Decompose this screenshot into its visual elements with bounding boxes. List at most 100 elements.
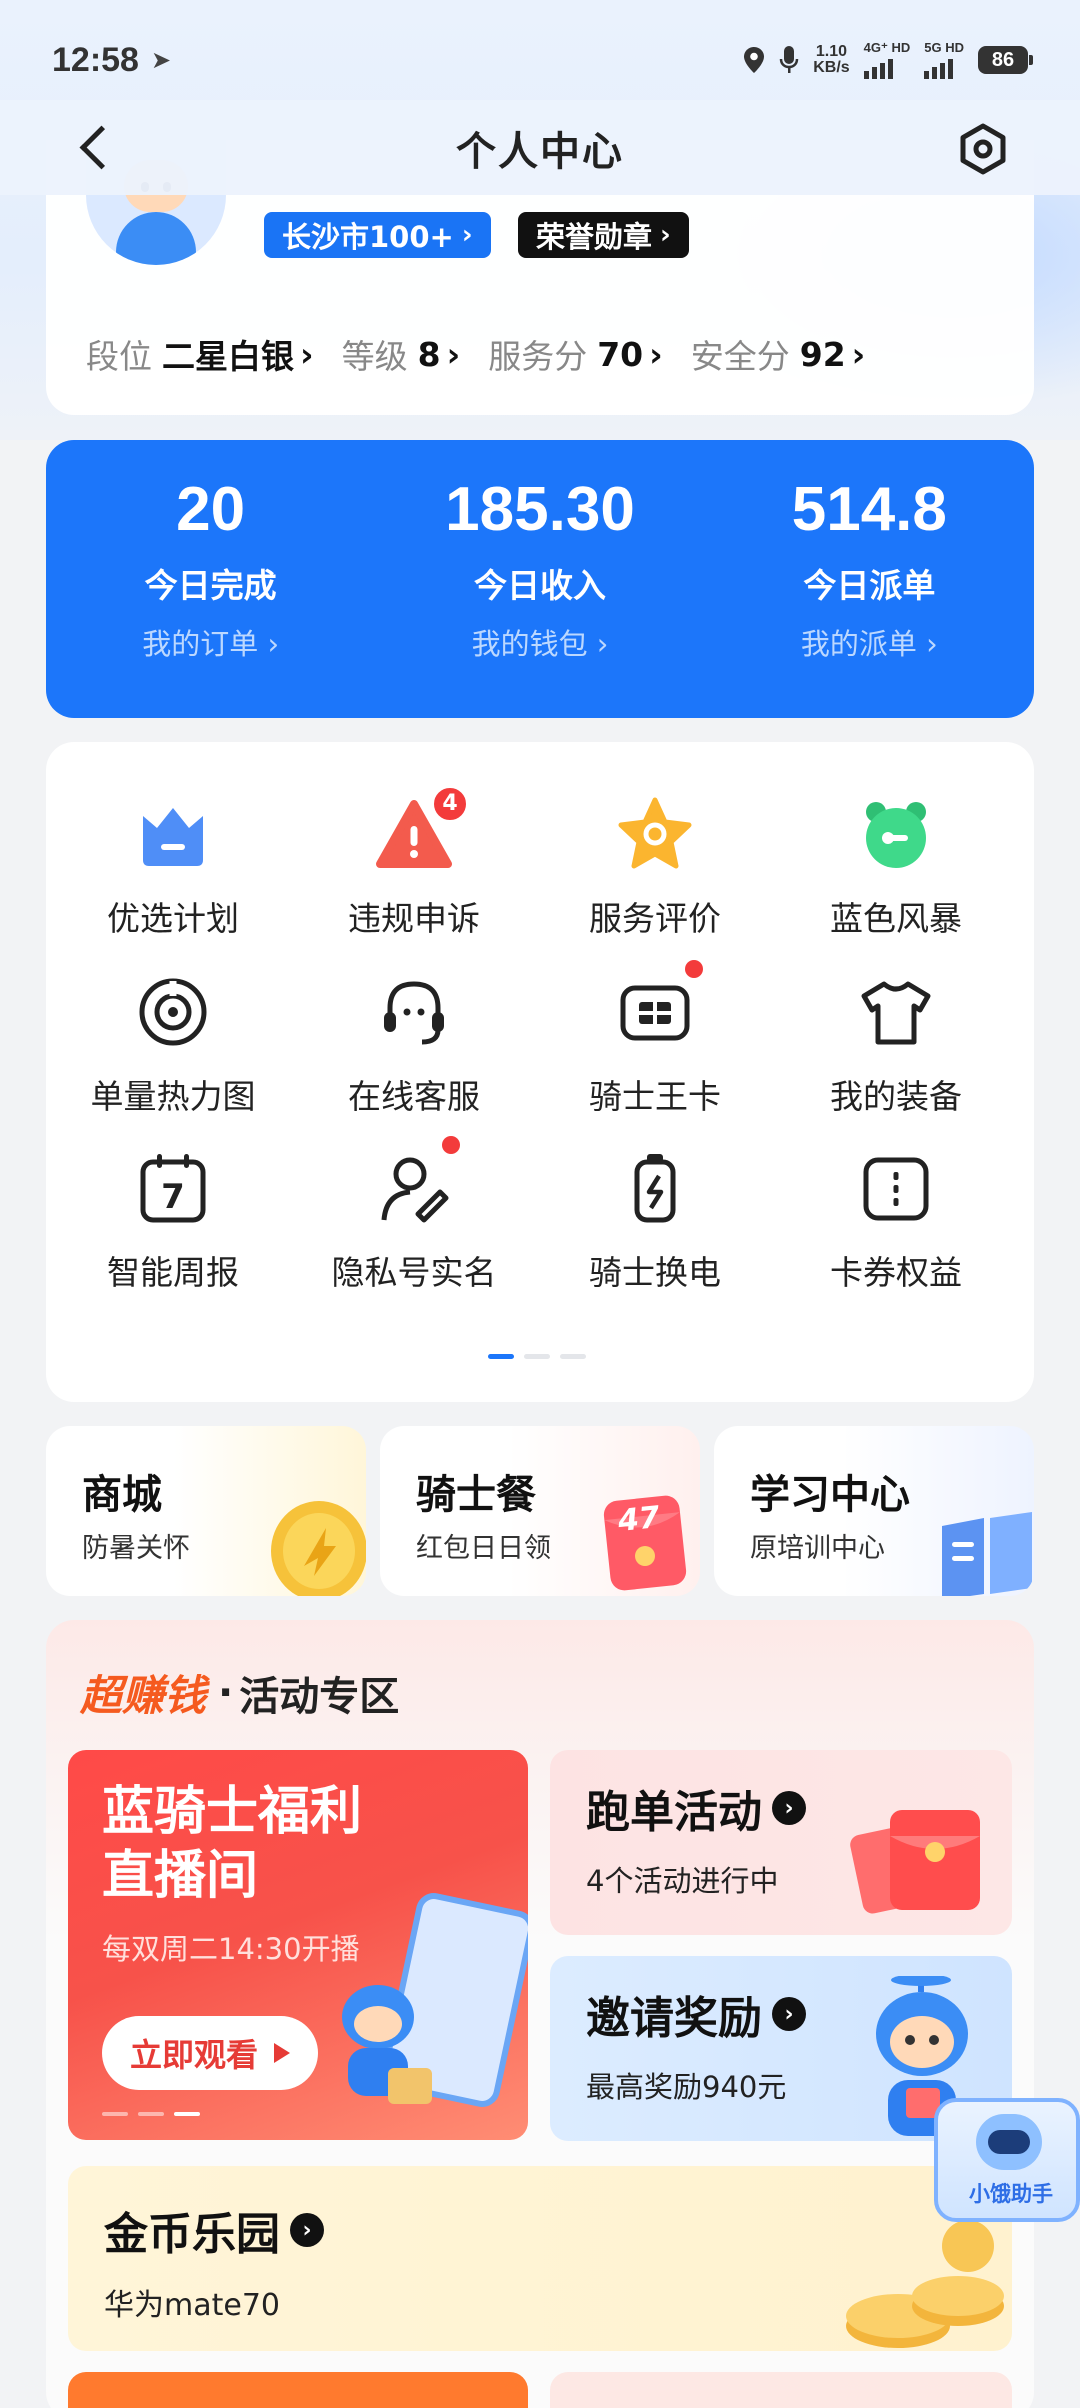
stat-service-score[interactable]: 服务分 70 › xyxy=(488,330,663,378)
stat-value: 二星白银 xyxy=(162,337,294,376)
mini-card-title: 学习中心 xyxy=(750,1472,910,1518)
signal-sim1: 4G⁺ HD xyxy=(863,40,911,79)
assistant-label: 小饿助手 xyxy=(969,2182,1053,2206)
sim1-label: 4G⁺ HD xyxy=(863,40,911,55)
settings-hexagon-icon xyxy=(960,123,1006,175)
grid-label: 卡券权益 xyxy=(830,1253,962,1292)
grid-label: 隐私号实名 xyxy=(331,1253,497,1292)
grid-item-battery-swap[interactable]: 骑士换电 xyxy=(535,1148,775,1308)
live-title-line2: 直播间 xyxy=(102,1846,259,1906)
mall-card[interactable]: 商城 防暑关怀 xyxy=(46,1426,366,1596)
settings-button[interactable] xyxy=(956,122,1010,176)
grid-item-privacy-name[interactable]: 隐私号实名 xyxy=(294,1136,534,1308)
chevron-right-icon: › xyxy=(300,334,314,374)
red-dot-badge xyxy=(442,1136,460,1154)
grid-item-preferred-plan[interactable]: 优选计划 xyxy=(53,794,293,954)
summary-dispatch[interactable]: 514.8 今日派单 我的派单 › xyxy=(705,440,1034,718)
stat-level[interactable]: 等级 8 › xyxy=(342,330,461,378)
stat-value: 70 xyxy=(597,334,644,374)
activity-zone-title: 超赚钱 · 活动专区 xyxy=(80,1662,399,1723)
stat-label: 服务分 xyxy=(488,337,588,376)
chevron-circle-icon: › xyxy=(772,1791,806,1825)
carousel-indicator xyxy=(102,2112,200,2116)
grid-label: 蓝色风暴 xyxy=(830,899,962,938)
grid-item-violation-appeal[interactable]: 4 违规申诉 xyxy=(294,786,534,954)
card-icon xyxy=(620,985,690,1041)
mini-card-title: 骑士餐 xyxy=(416,1472,536,1518)
grid-label: 优选计划 xyxy=(107,899,239,938)
signal-bars-icon xyxy=(863,55,893,79)
coin-park-card[interactable]: 金币乐园 › 华为mate70 xyxy=(68,2166,1012,2351)
summary-link[interactable]: 我的订单 › xyxy=(46,621,375,663)
summary-value: 514.8 xyxy=(791,475,947,544)
stat-value: 8 xyxy=(417,334,441,374)
grid-label: 违规申诉 xyxy=(348,899,480,938)
mini-card-subtitle: 防暑关怀 xyxy=(82,1533,190,1564)
grid-label: 我的装备 xyxy=(830,1077,962,1116)
function-grid: 优选计划 4 违规申诉 服务评价 蓝色风暴 单量热力图 在线客服 骑士王卡 我的… xyxy=(46,742,1034,1402)
summary-value: 185.30 xyxy=(445,475,635,544)
summary-link[interactable]: 我的派单 › xyxy=(705,621,1034,663)
gold-coin-icon xyxy=(271,1501,366,1596)
page-title: 个人中心 xyxy=(456,128,624,175)
grid-item-my-equipment[interactable]: 我的装备 xyxy=(776,972,1016,1132)
net-speed-value: 1.10 xyxy=(815,43,848,60)
summary-income[interactable]: 185.30 今日收入 我的钱包 › xyxy=(375,440,704,718)
grid-label: 单量热力图 xyxy=(90,1077,256,1116)
grid-item-service-rating[interactable]: 服务评价 xyxy=(535,794,775,954)
calendar-number: 7 xyxy=(161,1177,185,1217)
summary-link[interactable]: 我的钱包 › xyxy=(375,621,704,663)
grid-item-weekly-report[interactable]: 7 智能周报 xyxy=(53,1148,293,1308)
knight-meal-card[interactable]: 骑士餐 红包日日领 47 xyxy=(380,1426,700,1596)
battery-icon: 86 xyxy=(978,46,1033,74)
grid-item-knight-card[interactable]: 骑士王卡 xyxy=(535,960,775,1132)
summary-label: 今日收入 xyxy=(473,566,606,605)
watch-now-button[interactable]: 立即观看 xyxy=(102,2016,319,2090)
run-activity-card[interactable]: 跑单活动 › 4个活动进行中 xyxy=(550,1750,1012,1935)
signal-sim2: 5G HD xyxy=(924,41,964,79)
stat-rank[interactable]: 段位 二星白银 › xyxy=(86,330,314,378)
honor-medal-label: 荣誉勋章 xyxy=(536,220,653,254)
city-rank-badge[interactable]: 长沙市100+ › xyxy=(264,212,491,258)
chevron-right-icon: › xyxy=(660,220,671,250)
stat-label: 安全分 xyxy=(690,337,790,376)
grid-item-heatmap[interactable]: 单量热力图 xyxy=(53,972,293,1132)
play-icon xyxy=(274,2043,291,2063)
summary-link-label: 我的订单 xyxy=(142,627,259,661)
activity-zone-label: 活动专区 xyxy=(239,1673,400,1720)
page-header: 个人中心 xyxy=(0,100,1080,195)
chevron-right-icon: › xyxy=(461,220,473,250)
invite-reward-subtitle: 最高奖励940元 xyxy=(586,2070,787,2104)
crown-icon xyxy=(143,808,203,866)
stat-label: 等级 xyxy=(341,337,408,376)
grid-item-online-service[interactable]: 在线客服 xyxy=(294,972,534,1132)
live-title-line1: 蓝骑士福利 xyxy=(102,1782,363,1842)
stat-safety-score[interactable]: 安全分 92 › xyxy=(691,330,866,378)
live-stream-card[interactable]: 蓝骑士福利 直播间 每双周二14:30开播 立即观看 xyxy=(68,1750,528,2140)
summary-link-label: 我的钱包 xyxy=(471,627,588,661)
assistant-float-button[interactable]: 小饿助手 xyxy=(934,2098,1080,2222)
gold-coins-illustration xyxy=(846,2220,1004,2348)
watch-now-label: 立即观看 xyxy=(130,2036,259,2074)
status-time: 12:58 xyxy=(52,40,139,79)
target-icon xyxy=(139,978,207,1046)
activity-separator: · xyxy=(218,1669,234,1716)
alarm-clock-icon xyxy=(866,802,926,868)
back-button[interactable] xyxy=(72,122,122,172)
signal-bars-icon xyxy=(924,55,954,79)
grid-label: 服务评价 xyxy=(589,899,721,938)
headset-icon xyxy=(384,981,444,1045)
run-activity-label: 跑单活动 xyxy=(586,1787,762,1838)
net-speed-unit: KB/s xyxy=(813,59,850,76)
grid-item-coupons[interactable]: 卡券权益 xyxy=(776,1148,1016,1308)
robot-mascot-icon xyxy=(976,2114,1042,2170)
honor-medal-badge[interactable]: 荣誉勋章 › xyxy=(518,212,689,258)
activity-hot-label: 超赚钱 xyxy=(80,1671,207,1720)
summary-orders[interactable]: 20 今日完成 我的订单 › xyxy=(46,440,375,718)
learning-center-card[interactable]: 学习中心 原培训中心 xyxy=(714,1426,1034,1596)
microphone-icon xyxy=(779,46,799,73)
book-icon xyxy=(942,1512,1032,1596)
chevron-circle-icon: › xyxy=(290,2213,324,2247)
grid-item-blue-storm[interactable]: 蓝色风暴 xyxy=(776,794,1016,954)
invite-reward-title: 邀请奖励 › xyxy=(586,1982,806,2046)
